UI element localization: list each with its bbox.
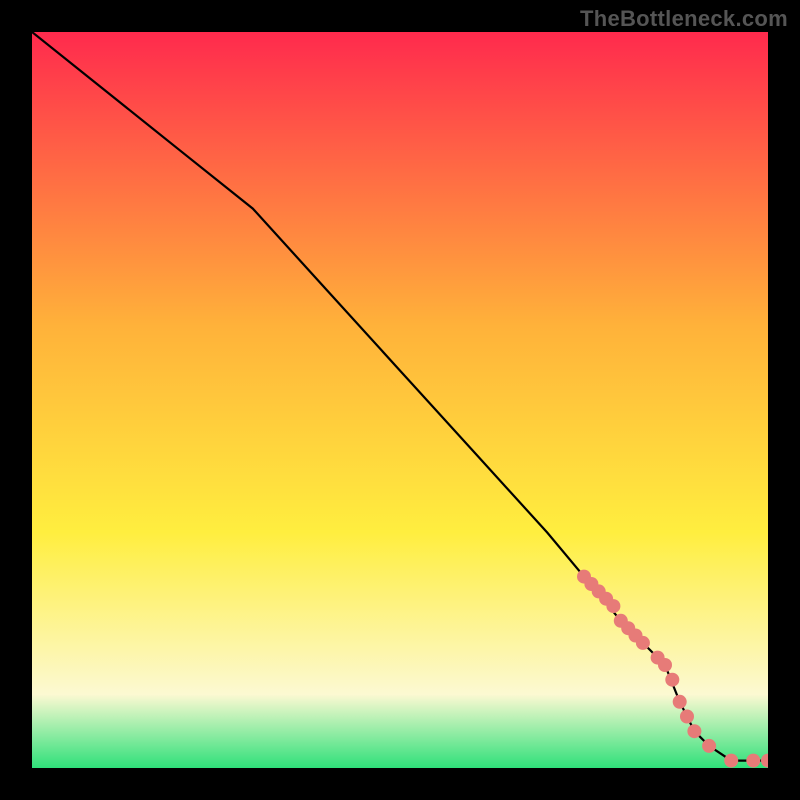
watermark-text: TheBottleneck.com (580, 6, 788, 32)
marker-point (673, 695, 687, 709)
marker-point (702, 739, 716, 753)
marker-point (636, 636, 650, 650)
chart-frame: TheBottleneck.com (0, 0, 800, 800)
marker-point (746, 754, 760, 768)
marker-point (606, 599, 620, 613)
plot-area (32, 32, 768, 768)
marker-point (680, 710, 694, 724)
marker-point (724, 754, 738, 768)
chart-svg (32, 32, 768, 768)
marker-point (658, 658, 672, 672)
marker-point (687, 724, 701, 738)
marker-point (665, 673, 679, 687)
